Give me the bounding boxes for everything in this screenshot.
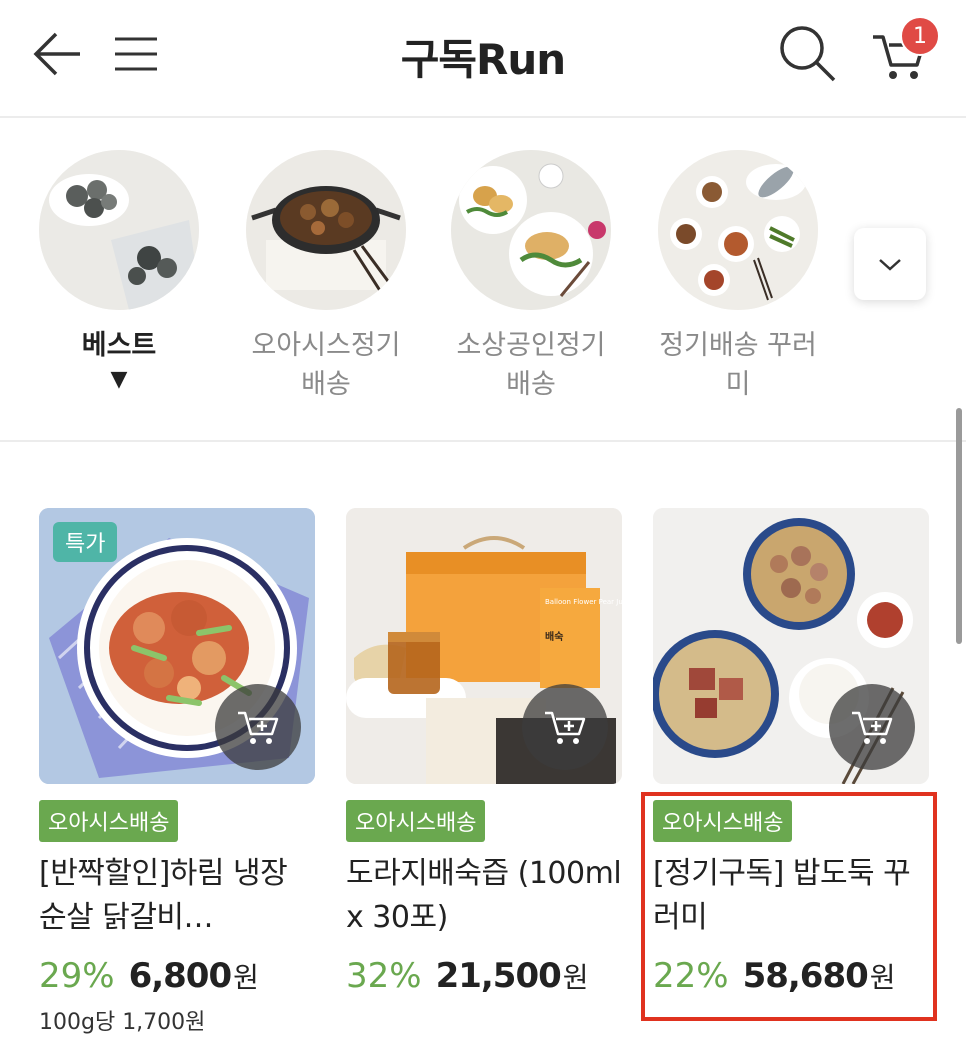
category-bundle[interactable]: 정기배송 꾸러미 [643, 150, 833, 404]
category-label: 베스트 [81, 330, 157, 361]
price-row: 32% 21,500 원 [346, 956, 622, 996]
category-oasis-image [246, 150, 406, 310]
category-small-business-image [451, 150, 611, 310]
special-price-badge: 특가 [53, 522, 118, 562]
category-label: 정기배송 꾸러미 [659, 330, 817, 400]
app-header: 구독Run 1 [0, 0, 966, 118]
product-image [653, 508, 929, 784]
active-caret-icon: ▼ [110, 367, 128, 392]
discount-rate: 29% [39, 956, 115, 996]
product-name[interactable]: 도라지배숙즙 (100ml x 30포) [346, 852, 622, 940]
category-best-image [39, 150, 199, 310]
box-side-label: Balloon Flower Pear Juice [545, 598, 622, 606]
category-oasis-regular[interactable]: 오아시스정기배송 [231, 150, 421, 404]
cart-count-badge: 1 [900, 16, 940, 56]
box-side-brand: 배숙 [545, 630, 563, 643]
expand-categories-button[interactable] [854, 228, 926, 300]
add-to-cart-icon [545, 711, 586, 744]
product-card[interactable]: Balloon Flower Pear Juice 배숙 오아시스배송 도라지배… [346, 508, 622, 996]
product-card[interactable]: 특가 오아시스배송 [반짝할인]하림 냉장 순살 닭갈비… 29% 6,800 … [39, 508, 315, 1036]
price: 21,500 [435, 956, 562, 996]
currency: 원 [233, 961, 259, 994]
price-row: 29% 6,800 원 [39, 956, 315, 996]
scrollbar[interactable] [956, 408, 962, 644]
chevron-down-icon [879, 259, 901, 271]
search-icon[interactable] [776, 22, 840, 86]
price: 6,800 [128, 956, 233, 996]
add-to-cart-icon [852, 711, 893, 744]
category-bar: 베스트 ▼ 오아시스정기배송 소상공인정기배송 정기배송 꾸러미 [0, 120, 966, 442]
category-small-business[interactable]: 소상공인정기배송 [436, 150, 626, 404]
highlight-box [641, 792, 937, 1021]
product-image: Balloon Flower Pear Juice 배숙 [346, 508, 622, 784]
add-to-cart-icon [238, 711, 279, 744]
product-name[interactable]: [반짝할인]하림 냉장 순살 닭갈비… [39, 852, 315, 940]
delivery-tag: 오아시스배송 [39, 800, 179, 842]
category-label: 소상공인정기배송 [456, 330, 606, 400]
discount-rate: 32% [346, 956, 422, 996]
unit-price: 100g당 1,700원 [39, 1010, 206, 1035]
category-bundle-image [658, 150, 818, 310]
category-best[interactable]: 베스트 ▼ [24, 150, 214, 392]
add-to-cart-button[interactable] [522, 684, 608, 770]
currency: 원 [562, 961, 589, 994]
add-to-cart-button[interactable] [215, 684, 301, 770]
category-label: 오아시스정기배송 [251, 330, 401, 400]
delivery-tag: 오아시스배송 [346, 800, 486, 842]
product-image: 특가 [39, 508, 315, 784]
add-to-cart-button[interactable] [829, 684, 915, 770]
